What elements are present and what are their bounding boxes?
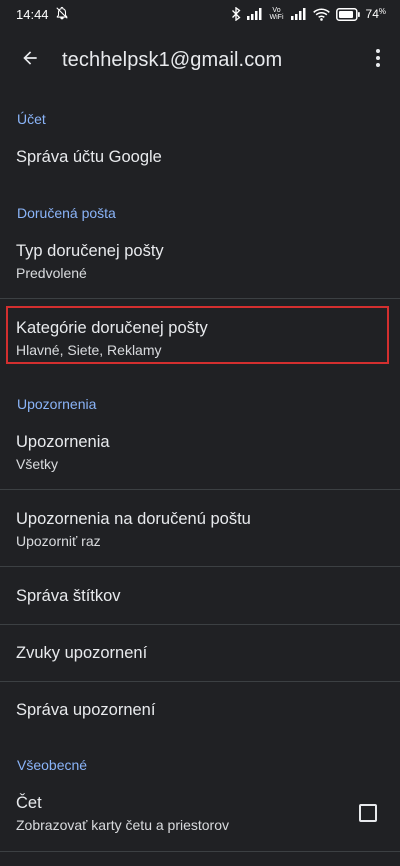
more-vert-icon [375,48,381,73]
inbox-type-item[interactable]: Typ doručenej pošty Predvolené [0,242,400,281]
chat-title: Čet [16,794,42,812]
divider [0,851,400,852]
battery-percent-suffix: % [378,7,386,16]
vowifi-label: Vo WiFi [269,7,284,21]
chat-value: Zobrazovať karty četu a priestorov [16,817,230,833]
inbox-categories-title: Kategórie doručenej pošty [16,319,208,337]
back-button[interactable] [2,32,58,88]
inbox-type-value: Predvolené [16,265,87,281]
divider [0,566,400,567]
section-header-general: Všeobecné [17,757,88,773]
inbox-type-title: Typ doručenej pošty [16,242,164,260]
manage-notifications-title: Správa upozornení [16,701,156,719]
inbox-categories-value: Hlavné, Siete, Reklamy [16,342,162,358]
chat-checkbox[interactable] [359,804,377,822]
arrow-back-icon [20,48,40,73]
cell-signal-icon [246,8,263,20]
manage-labels-item[interactable]: Správa štítkov [0,587,400,606]
section-header-notifications: Upozornenia [17,396,97,412]
status-bar: 14:44 Vo WiFi 74% [0,0,400,28]
manage-notifications-item[interactable]: Správa upozornení [0,701,400,720]
divider [0,681,400,682]
account-email-title: techhelpsk1@gmail.com [62,48,283,71]
notification-sounds-title: Zvuky upozornení [16,644,148,662]
wifi-icon [312,8,330,21]
divider [0,624,400,625]
highlight-annotation [6,306,389,364]
divider [0,298,400,299]
app-bar: techhelpsk1@gmail.com [0,28,400,92]
manage-google-account-label: Správa účtu Google [16,148,162,166]
notifications-title: Upozornenia [16,433,110,451]
manage-labels-title: Správa štítkov [16,587,121,605]
section-header-inbox: Doručená pošta [17,205,116,221]
settings-list: Účet Správa účtu Google Doručená pošta T… [0,0,400,866]
notifications-value: Všetky [16,456,59,472]
bluetooth-icon [231,7,241,21]
chat-item[interactable]: Čet Zobrazovať karty četu a priestorov [0,794,400,833]
battery-percent: 74 [365,7,379,21]
inbox-notifications-title: Upozornenia na doručenú poštu [16,510,251,528]
section-header-account: Účet [17,111,46,127]
notifications-item[interactable]: Upozornenia Všetky [0,433,400,472]
divider [0,489,400,490]
battery-icon [335,7,360,21]
more-options-button[interactable] [362,32,394,88]
inbox-notifications-item[interactable]: Upozornenia na doručenú poštu Upozorniť … [0,510,400,549]
manage-google-account-item[interactable]: Správa účtu Google [0,148,400,167]
inbox-notifications-value: Upozorniť raz [16,533,101,549]
mute-notifications-icon [55,6,69,23]
cell-signal-2-icon [290,8,307,20]
notification-sounds-item[interactable]: Zvuky upozornení [0,644,400,663]
status-time: 14:44 [16,6,49,22]
inbox-categories-item[interactable]: Kategórie doručenej pošty Hlavné, Siete,… [0,319,400,358]
